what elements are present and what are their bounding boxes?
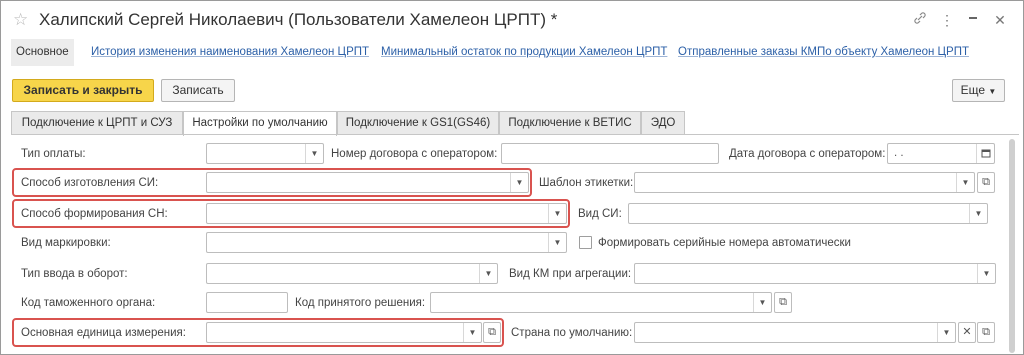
contract-date-label: Дата договора с оператором: xyxy=(729,148,886,160)
open-icon[interactable]: ⧉ xyxy=(483,322,501,343)
label-template-select[interactable]: ▼ xyxy=(634,172,975,193)
payment-type-select[interactable]: ▼ xyxy=(206,143,324,164)
si-type-select[interactable]: ▼ xyxy=(628,203,988,224)
more-button[interactable]: Еще ▼ xyxy=(952,79,1005,102)
production-method-label: Способ изготовления СИ: xyxy=(21,177,159,189)
save-and-close-button[interactable]: Записать и закрыть xyxy=(12,79,154,102)
nav-min-stock[interactable]: Минимальный остаток по продукции Хамелео… xyxy=(381,39,667,66)
marking-type-label: Вид маркировки: xyxy=(21,237,111,249)
tab-default-settings[interactable]: Настройки по умолчанию xyxy=(183,111,337,136)
marking-type-select[interactable]: ▼ xyxy=(206,232,567,253)
production-method-select[interactable]: ▼ xyxy=(206,172,529,193)
contract-number-input[interactable] xyxy=(501,143,719,164)
decision-code-label: Код принятого решения: xyxy=(295,297,426,309)
more-button-label: Еще xyxy=(960,83,986,97)
tab-bar: Подключение к ЦРПТ и СУЗ Настройки по ум… xyxy=(11,111,1021,136)
chevron-down-icon[interactable]: ▼ xyxy=(977,264,995,283)
tab-gs1[interactable]: Подключение к GS1(GS46) xyxy=(337,111,499,135)
decision-code-select[interactable]: ▼ xyxy=(430,292,772,313)
contract-number-label: Номер договора с оператором: xyxy=(331,148,498,160)
link-icon[interactable] xyxy=(911,10,929,30)
sn-method-label: Способ формирования СН: xyxy=(21,208,168,220)
form-navigation: Основное История изменения наименования … xyxy=(11,39,1016,66)
label-template-label: Шаблон этикетки: xyxy=(539,177,634,189)
clear-icon[interactable]: ✕ xyxy=(958,322,976,343)
save-button[interactable]: Записать xyxy=(161,79,235,102)
customs-code-input[interactable] xyxy=(206,292,288,313)
main-unit-select[interactable]: ▼ xyxy=(206,322,482,343)
auto-serial-label: Формировать серийные номера автоматическ… xyxy=(598,237,851,249)
tab-divider xyxy=(11,134,1019,135)
minimize-icon[interactable] xyxy=(964,10,982,30)
vertical-scrollbar[interactable] xyxy=(1009,139,1015,353)
main-unit-label: Основная единица измерения: xyxy=(21,327,186,339)
chevron-down-icon[interactable]: ▼ xyxy=(305,144,323,163)
chevron-down-icon[interactable]: ▼ xyxy=(479,264,497,283)
chevron-down-icon[interactable]: ▼ xyxy=(548,233,566,252)
form-window: ☆ Халипский Сергей Николаевич (Пользоват… xyxy=(0,0,1024,355)
customs-code-label: Код таможенного органа: xyxy=(21,297,156,309)
default-country-select[interactable]: ▼ xyxy=(634,322,956,343)
payment-type-label: Тип оплаты: xyxy=(21,148,86,160)
sn-method-select[interactable]: ▼ xyxy=(206,203,567,224)
contract-date-input[interactable]: . . xyxy=(887,143,995,164)
circulation-type-select[interactable]: ▼ xyxy=(206,263,498,284)
chevron-down-icon[interactable]: ▼ xyxy=(463,323,481,342)
tab-crpt-suz[interactable]: Подключение к ЦРПТ и СУЗ xyxy=(11,111,183,135)
auto-serial-checkbox[interactable] xyxy=(579,236,592,249)
chevron-down-icon[interactable]: ▼ xyxy=(548,204,566,223)
default-country-label: Страна по умолчанию: xyxy=(511,327,633,339)
open-icon[interactable]: ⧉ xyxy=(977,322,995,343)
nav-sent-orders[interactable]: Отправленные заказы КМПо объекту Хамелео… xyxy=(678,39,969,66)
tab-vetis[interactable]: Подключение к ВЕТИС xyxy=(499,111,641,135)
chevron-down-icon[interactable]: ▼ xyxy=(937,323,955,342)
window-title: Халипский Сергей Николаевич (Пользовател… xyxy=(39,10,558,29)
nav-name-history[interactable]: История изменения наименования Хамелеон … xyxy=(91,39,369,66)
nav-main[interactable]: Основное xyxy=(11,39,74,66)
tab-edo[interactable]: ЭДО xyxy=(641,111,685,135)
km-type-label: Вид КМ при агрегации: xyxy=(509,268,632,280)
calendar-icon[interactable] xyxy=(976,144,994,163)
open-icon[interactable]: ⧉ xyxy=(774,292,792,313)
more-icon[interactable]: ⋮ xyxy=(938,10,956,30)
open-icon[interactable]: ⧉ xyxy=(977,172,995,193)
km-type-select[interactable]: ▼ xyxy=(634,263,996,284)
chevron-down-icon[interactable]: ▼ xyxy=(510,173,528,192)
si-type-label: Вид СИ: xyxy=(578,208,622,220)
circulation-type-label: Тип ввода в оборот: xyxy=(21,268,128,280)
chevron-down-icon[interactable]: ▼ xyxy=(956,173,974,192)
close-icon[interactable]: ✕ xyxy=(991,10,1009,30)
chevron-down-icon: ▼ xyxy=(988,87,997,96)
title-bar: ☆ Халипский Сергей Николаевич (Пользоват… xyxy=(1,1,1023,39)
favorite-star-icon[interactable]: ☆ xyxy=(13,10,28,30)
chevron-down-icon[interactable]: ▼ xyxy=(969,204,987,223)
chevron-down-icon[interactable]: ▼ xyxy=(753,293,771,312)
